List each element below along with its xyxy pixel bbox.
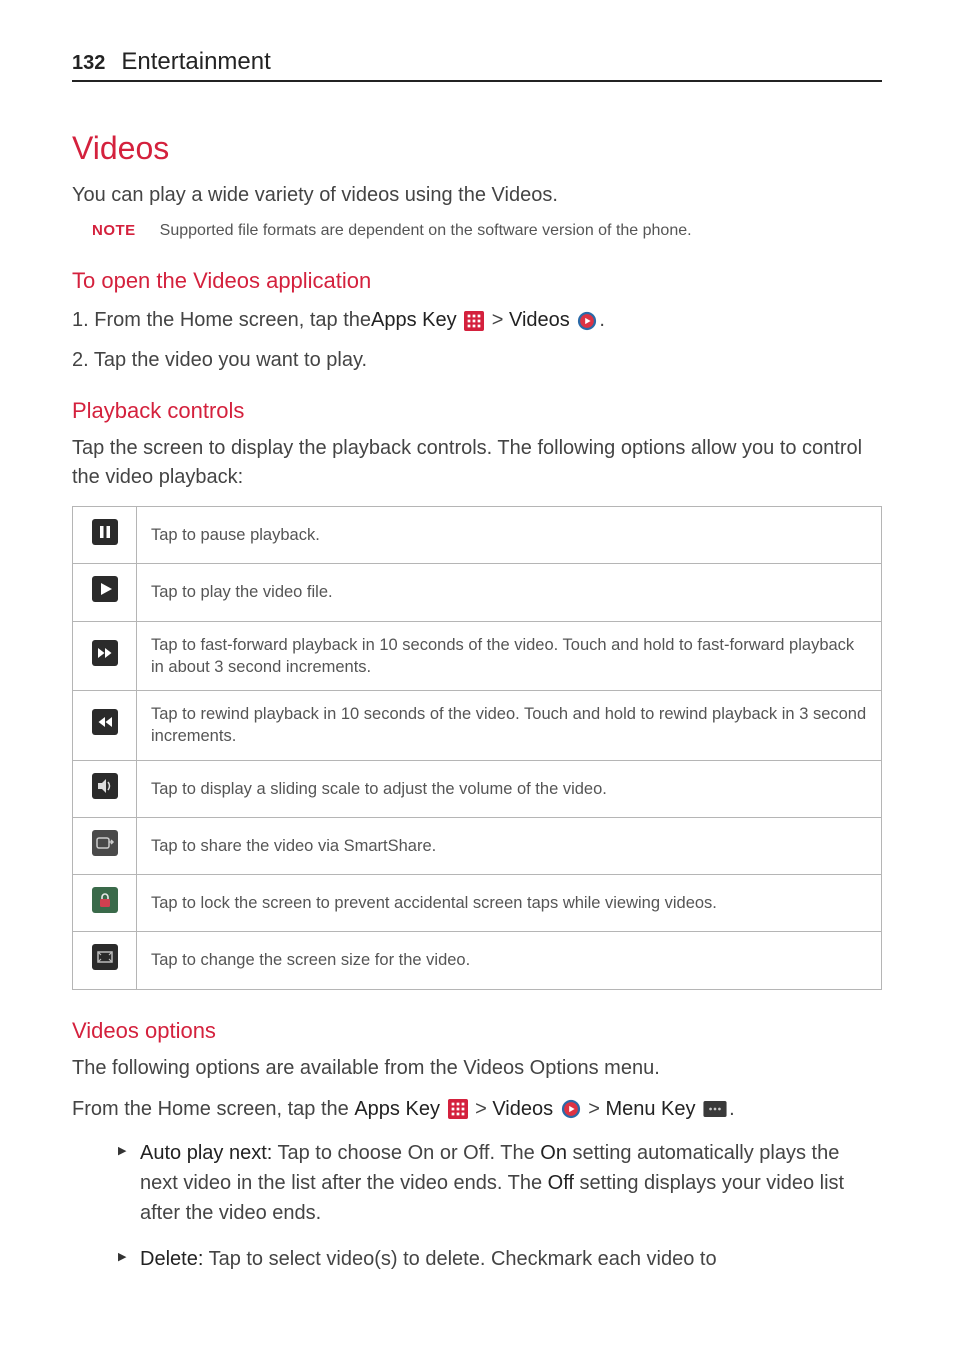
play-desc: Tap to play the video file. (137, 564, 882, 621)
screensize-icon (73, 932, 137, 989)
screensize-desc: Tap to change the screen size for the vi… (137, 932, 882, 989)
open-heading: To open the Videos application (72, 268, 882, 294)
bullet-1-label: Auto play next: (140, 1142, 272, 1164)
smartshare-icon (73, 817, 137, 874)
pause-icon (73, 507, 137, 564)
bullet-2-text: Tap to select video(s) to delete. Checkm… (203, 1248, 716, 1270)
play-icon (73, 564, 137, 621)
ff-icon (73, 621, 137, 691)
bullet-2-label: Delete: (140, 1248, 203, 1270)
rw-icon (73, 691, 137, 761)
bullet-1-text-a: Tap to choose On or Off. The (272, 1142, 540, 1164)
lock-desc: Tap to lock the screen to prevent accide… (137, 875, 882, 932)
options-path-prefix: From the Home screen, tap the (72, 1098, 354, 1120)
lock-icon (73, 875, 137, 932)
options-period: . (729, 1098, 735, 1120)
playback-intro: Tap the screen to display the playback c… (72, 434, 882, 492)
note-label: NOTE (92, 222, 136, 239)
pause-desc: Tap to pause playback. (137, 507, 882, 564)
options-intro: The following options are available from… (72, 1054, 882, 1083)
bullet-1-on: On (540, 1142, 567, 1164)
note: NOTE Supported file formats are dependen… (92, 222, 882, 240)
playback-table: Tap to pause playback. Tap to play the v… (72, 506, 882, 990)
options-list: Auto play next: Tap to choose On or Off.… (118, 1138, 882, 1274)
table-row: Tap to share the video via SmartShare. (73, 817, 882, 874)
section-title: Entertainment (121, 48, 270, 76)
ff-desc: Tap to fast-forward playback in 10 secon… (137, 621, 882, 691)
note-text: Supported file formats are dependent on … (160, 222, 692, 240)
list-item: Auto play next: Tap to choose On or Off.… (118, 1138, 882, 1228)
apps-key-label: Apps Key (371, 309, 457, 331)
playback-heading: Playback controls (72, 398, 882, 424)
videos-label: Videos (509, 309, 570, 331)
step-1-prefix: 1. From the Home screen, tap the (72, 304, 371, 336)
page: 132 Entertainment Videos You can play a … (0, 0, 954, 1350)
table-row: Tap to play the video file. (73, 564, 882, 621)
videos-label-2: Videos (492, 1098, 553, 1120)
open-step-2: 2. Tap the video you want to play. (72, 344, 882, 376)
apps-key-label-2: Apps Key (354, 1098, 440, 1120)
videos-icon (561, 1099, 581, 1119)
options-path: From the Home screen, tap the Apps Key >… (72, 1095, 882, 1124)
bullet-1-off: Off (548, 1172, 574, 1194)
options-gt2: > (583, 1098, 606, 1120)
volume-icon (73, 760, 137, 817)
open-step-1: 1. From the Home screen, tap the Apps Ke… (72, 304, 882, 336)
apps-key-icon (464, 311, 484, 331)
rw-desc: Tap to rewind playback in 10 seconds of … (137, 691, 882, 761)
page-header: 132 Entertainment (72, 48, 882, 82)
table-row: Tap to display a sliding scale to adjust… (73, 760, 882, 817)
videos-icon (577, 311, 597, 331)
open-steps: 1. From the Home screen, tap the Apps Ke… (72, 304, 882, 376)
step-1-period: . (599, 309, 605, 331)
table-row: Tap to fast-forward playback in 10 secon… (73, 621, 882, 691)
menu-key-label: Menu Key (605, 1098, 695, 1120)
smartshare-desc: Tap to share the video via SmartShare. (137, 817, 882, 874)
list-item: Delete: Tap to select video(s) to delete… (118, 1244, 882, 1274)
menu-key-icon (703, 1101, 727, 1117)
options-heading: Videos options (72, 1018, 882, 1044)
page-number: 132 (72, 52, 105, 75)
table-row: Tap to lock the screen to prevent accide… (73, 875, 882, 932)
options-gt1: > (470, 1098, 493, 1120)
apps-key-icon (448, 1099, 468, 1119)
intro-text: You can play a wide variety of videos us… (72, 181, 882, 210)
step-1-gt: > (486, 309, 509, 331)
volume-desc: Tap to display a sliding scale to adjust… (137, 760, 882, 817)
page-title: Videos (72, 130, 882, 167)
table-row: Tap to pause playback. (73, 507, 882, 564)
table-row: Tap to change the screen size for the vi… (73, 932, 882, 989)
table-row: Tap to rewind playback in 10 seconds of … (73, 691, 882, 761)
